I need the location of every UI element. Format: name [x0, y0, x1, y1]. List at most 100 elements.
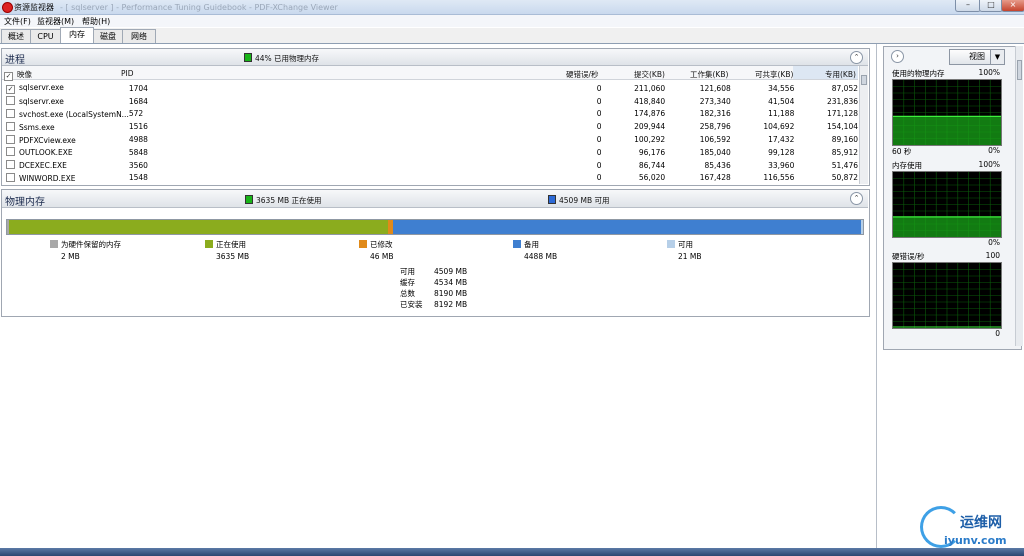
graph-title: 硬错误/秒 — [892, 252, 925, 261]
process-checkbox[interactable] — [6, 121, 15, 131]
process-pid: 1704 — [128, 83, 148, 93]
legend-swatch — [359, 240, 367, 248]
graph-title: 使用的物理内存 — [892, 69, 945, 78]
graph-min-label: 0% — [988, 146, 1000, 155]
right-scrollbar-thumb[interactable] — [1017, 60, 1022, 80]
menu-monitor[interactable]: 监视器(M) — [37, 16, 74, 27]
process-pid: 1684 — [128, 96, 148, 106]
collapse-processes-button[interactable]: ⌃ — [850, 51, 863, 64]
process-private: 87,052 — [831, 83, 858, 93]
legend-value: 3635 MB — [216, 252, 250, 261]
summary-text: 44% 已用物理内存 — [255, 54, 320, 63]
legend-value: 4488 MB — [524, 252, 558, 261]
column-pid[interactable]: PID — [121, 69, 134, 78]
tab-overview[interactable]: 概述 — [1, 29, 31, 43]
stat-row: 可用 4509 MB — [400, 266, 467, 277]
legend-item: 可用 21 MB — [667, 239, 702, 261]
process-checkbox[interactable] — [6, 147, 15, 157]
process-checkbox[interactable] — [6, 160, 15, 170]
tab-memory[interactable]: 内存 — [60, 27, 94, 43]
process-row[interactable]: PDFXCview.exe 4988 0 100,292 106,592 17,432 89… — [2, 133, 858, 146]
available-swatch — [548, 195, 556, 204]
column-private[interactable]: 专用(KB) — [825, 69, 856, 80]
process-shareable: 34,556 — [768, 83, 795, 93]
process-image-cell: svchost.exe (LocalSystemN... — [2, 108, 129, 121]
legend-label: 备用 — [524, 240, 539, 249]
expand-pane-button[interactable]: › — [891, 50, 904, 63]
processes-header[interactable] — [2, 49, 868, 66]
process-commit: 56,020 — [638, 173, 666, 183]
stat-label: 总数 — [400, 289, 415, 298]
process-shareable: 17,432 — [768, 135, 795, 145]
process-pid: 1548 — [128, 173, 148, 183]
memory-legend: 为硬件保留的内存 2 MB 正在使用 3635 MB 已修改 46 MB 备用 4488 MB… — [50, 239, 850, 263]
stat-label: 缓存 — [400, 278, 415, 287]
in-use-summary: 3635 MB 正在使用 — [245, 195, 321, 206]
process-image-cell: Ssms.exe — [2, 120, 129, 133]
column-image-label: 映像 — [17, 70, 32, 79]
collapse-physical-memory-button[interactable]: ⌃ — [850, 192, 863, 205]
maximize-button[interactable]: □ — [979, 0, 1003, 12]
process-checkbox[interactable] — [6, 172, 15, 182]
stat-value: 4534 MB — [434, 278, 468, 287]
stat-value: 8190 MB — [434, 289, 468, 298]
process-private: 154,104 — [826, 122, 858, 132]
process-row[interactable]: WINWORD.EXE 1548 0 56,020 167,428 116,556 50,8… — [2, 172, 858, 185]
menu-help[interactable]: 帮助(H) — [82, 16, 110, 27]
column-commit[interactable]: 提交(KB) — [634, 69, 665, 80]
legend-label: 正在使用 — [216, 240, 246, 249]
legend-item: 为硬件保留的内存 2 MB — [50, 239, 121, 261]
process-shareable: 116,556 — [763, 173, 795, 183]
process-working-set: 182,316 — [699, 109, 731, 119]
process-checkbox[interactable]: ✓ — [6, 84, 15, 94]
minimize-button[interactable]: – — [955, 0, 981, 12]
stat-label: 可用 — [400, 267, 415, 276]
menu-file[interactable]: 文件(F) — [4, 16, 31, 27]
legend-value: 46 MB — [370, 252, 394, 261]
close-button[interactable]: × — [1001, 0, 1024, 12]
tab-disk[interactable]: 磁盘 — [93, 29, 123, 43]
process-checkbox[interactable] — [6, 108, 15, 118]
column-image[interactable]: ✓ 映像 — [4, 69, 32, 81]
right-pane-scrollbar[interactable] — [1015, 46, 1023, 346]
process-working-set: 185,040 — [699, 147, 731, 157]
process-hard-faults: 0 — [596, 109, 602, 119]
process-image-cell: OUTLOOK.EXE — [2, 146, 129, 159]
pane-divider[interactable] — [876, 44, 877, 552]
process-shareable: 104,692 — [763, 122, 795, 132]
process-row[interactable]: sqlservr.exe 1684 0 418,840 273,340 41,504 231… — [2, 95, 858, 108]
process-image-name: sqlservr.exe — [19, 97, 64, 107]
column-hard-faults[interactable]: 硬错误/秒 — [566, 69, 599, 80]
process-row[interactable]: svchost.exe (LocalSystemN... 572 0 174,876 1… — [2, 108, 858, 121]
process-commit: 96,176 — [638, 147, 666, 157]
process-checkbox[interactable] — [6, 96, 15, 106]
process-row[interactable]: ✓ sqlservr.exe 1704 0 211,060 121,608 34,556 87… — [2, 82, 858, 95]
legend-value: 21 MB — [678, 252, 702, 261]
tab-cpu[interactable]: CPU — [30, 29, 61, 43]
process-row[interactable]: Ssms.exe 1516 0 209,944 258,796 104,692 154,10… — [2, 120, 858, 133]
physical-memory-header[interactable] — [2, 190, 868, 208]
graph-max-label: 100% — [978, 68, 1000, 77]
process-image-name: DCEXEC.EXE — [19, 161, 67, 171]
process-hard-faults: 0 — [596, 160, 602, 170]
column-shareable[interactable]: 可共享(KB) — [755, 69, 793, 80]
select-all-checkbox[interactable]: ✓ — [4, 72, 13, 81]
process-row[interactable]: OUTLOOK.EXE 5848 0 96,176 185,040 99,128 85,91… — [2, 146, 858, 159]
resource-monitor-icon — [2, 2, 13, 13]
tab-network[interactable]: 网络 — [122, 29, 156, 43]
graph-canvas — [892, 262, 1002, 329]
process-image-cell: ✓ sqlservr.exe — [2, 82, 129, 95]
process-image-cell: PDFXCview.exe — [2, 133, 129, 146]
dropdown-arrow-icon[interactable]: ▼ — [990, 49, 1005, 65]
stat-value: 8192 MB — [434, 300, 468, 309]
processes-scrollbar[interactable] — [859, 66, 868, 184]
memory-bar-segment-standby — [392, 220, 861, 234]
scrollbar-thumb[interactable] — [861, 75, 867, 85]
process-row[interactable]: DCEXEC.EXE 3560 0 86,744 85,436 33,960 51,476 — [2, 159, 858, 172]
watermark-brand: 运维网 — [960, 515, 1002, 531]
process-commit: 209,944 — [634, 122, 666, 132]
process-hard-faults: 0 — [596, 147, 602, 157]
process-checkbox[interactable] — [6, 134, 15, 144]
process-shareable: 99,128 — [768, 147, 795, 157]
column-working-set[interactable]: 工作集(KB) — [690, 69, 728, 80]
